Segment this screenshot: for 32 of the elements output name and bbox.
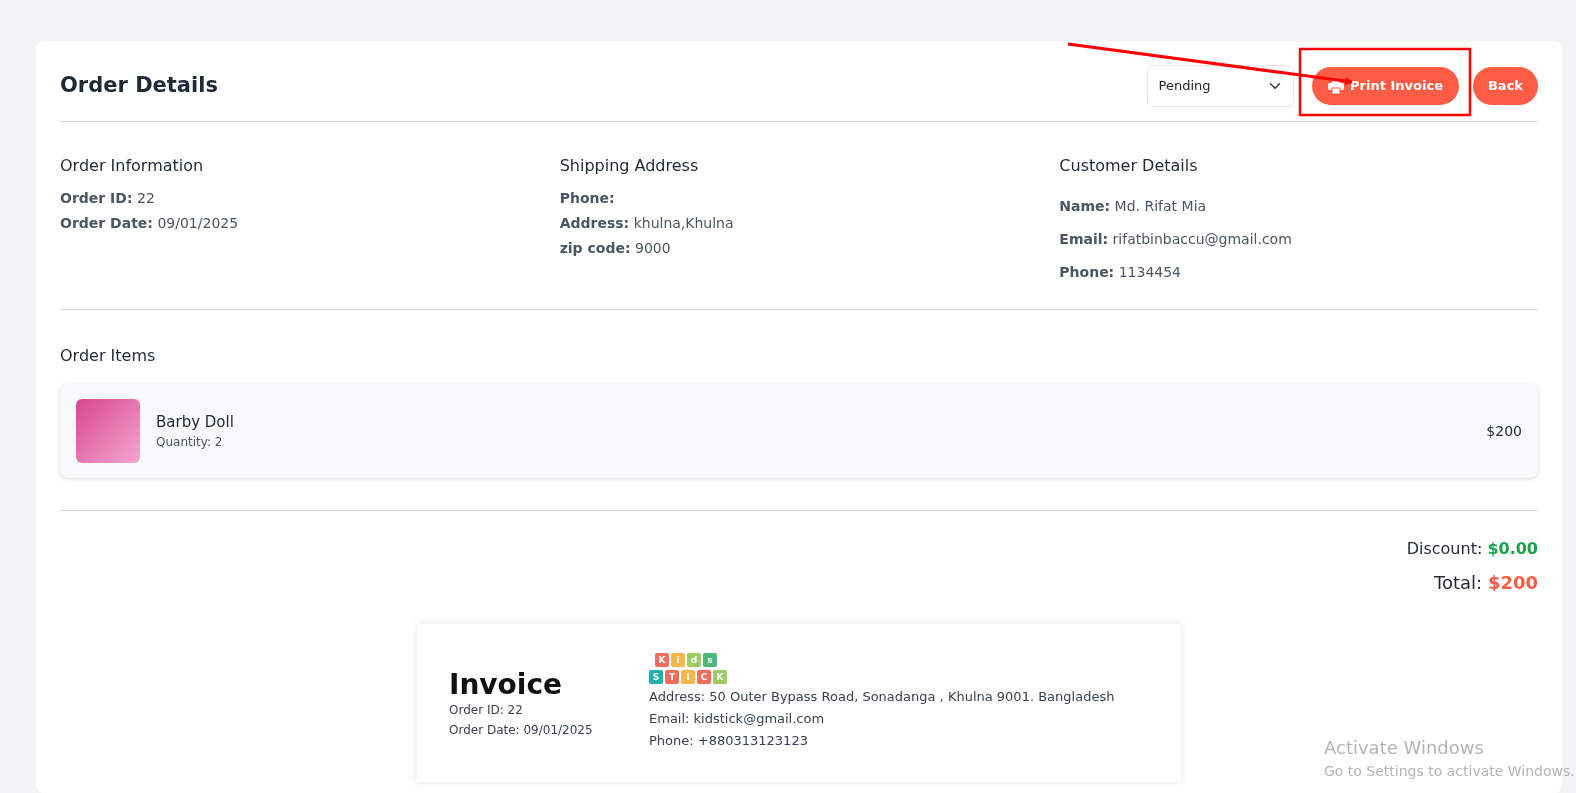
company-info: Phone: +880313123123 — [649, 732, 809, 751]
field-text: Address: khulna,Khulna — [559, 214, 735, 233]
page-title: Order Details — [60, 73, 218, 99]
company-info: Address: 50 Outer Bypass Road, Sonadanga , Khulna 9001. Bangladesh — [649, 688, 1115, 706]
activation-title: Activate Windows — [1324, 736, 1485, 760]
section-heading: Order Information — [60, 155, 205, 177]
section-heading: Customer Details — [1059, 155, 1199, 177]
section-heading: Shipping Address — [559, 155, 700, 177]
item-name: Barby Doll — [156, 411, 235, 433]
printer-icon — [1328, 78, 1345, 94]
status-select[interactable]: Pending — [1147, 65, 1295, 107]
field-text: Email: rifatbinbaccu@gmail.com — [1059, 230, 1293, 249]
company-info: Email: kidstick@gmail.com — [649, 710, 826, 729]
back-button[interactable]: Back — [1472, 67, 1538, 105]
item-price: $200 — [1486, 421, 1522, 441]
photo-placeholder — [76, 399, 140, 463]
field-text: Order Date: 09/01/2025 — [60, 214, 240, 233]
field-text: Phone: — [559, 189, 616, 208]
field-text: zip code: 9000 — [559, 239, 672, 258]
activation-message: Go to Settings to activate Windows. — [1324, 762, 1575, 781]
logo: K i d s S T I C K — [649, 650, 729, 684]
field-text: Order ID: 22 — [60, 189, 156, 208]
total-line: Discount: $0.00 — [1405, 538, 1538, 560]
invoice-title: Invoice — [449, 670, 564, 701]
field-text: Phone: 1134454 — [1059, 263, 1183, 282]
total-line: Total: $200 — [1433, 571, 1538, 595]
field-text: Name: Md. Rifat Mia — [1059, 197, 1208, 216]
print-invoice-button[interactable]: Print Invoice — [1312, 67, 1459, 105]
invoice-order-id: Order ID: 22 — [449, 701, 524, 719]
invoice-order-date: Order Date: 09/01/2025 — [449, 721, 594, 739]
item-quantity: Quantity: 2 — [156, 434, 224, 452]
section-heading: Order Items — [60, 345, 157, 367]
